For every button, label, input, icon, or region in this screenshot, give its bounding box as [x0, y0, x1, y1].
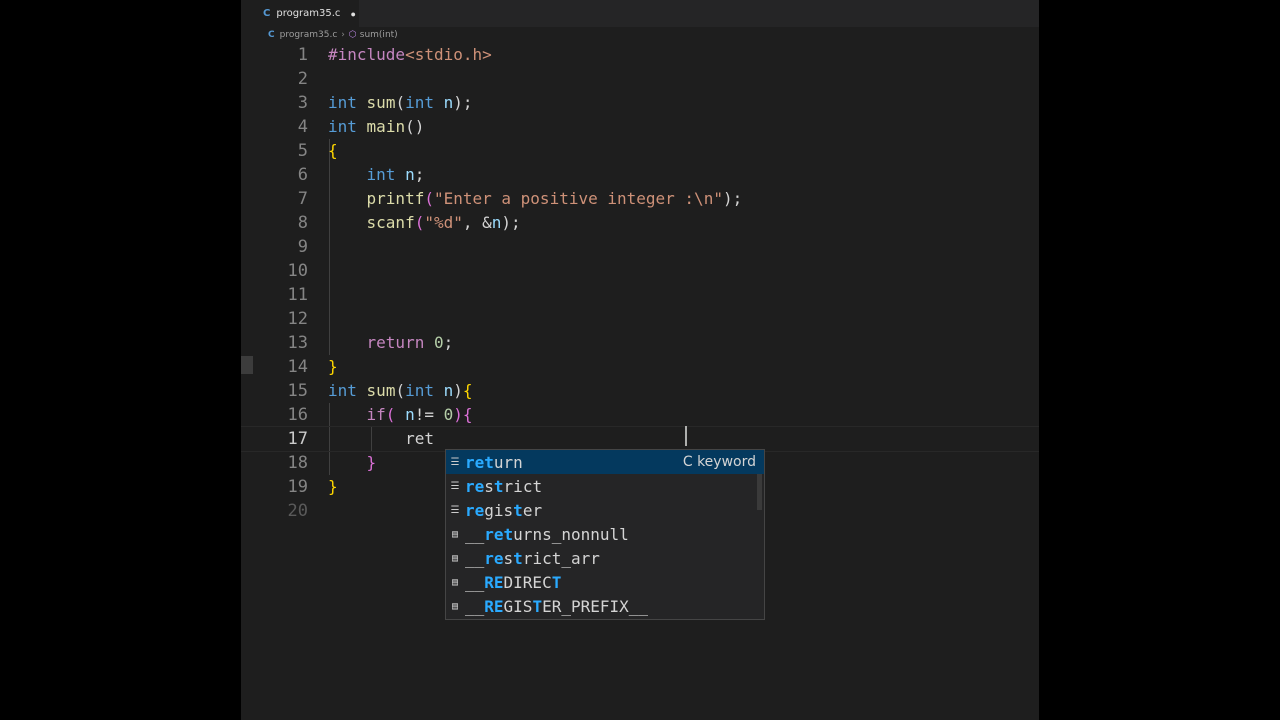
- suggestion-label: return: [465, 452, 523, 472]
- keyword-icon: ☰: [450, 456, 460, 468]
- tab-label: program35.c: [276, 8, 341, 19]
- suggestion-label: register: [465, 500, 543, 520]
- code-text: int main(): [328, 117, 425, 136]
- code-line: 7 printf("Enter a positive integer :\n")…: [241, 187, 1039, 211]
- code-line-current: 17 ret: [241, 426, 1039, 452]
- breadcrumb-symbol[interactable]: sum(int): [360, 30, 398, 40]
- code-text: int sum(int n);: [328, 93, 473, 112]
- c-file-icon: C: [263, 8, 271, 19]
- line-number: 4: [297, 117, 308, 137]
- snippet-icon: ▤: [451, 552, 459, 564]
- line-number: 10: [287, 261, 308, 281]
- tab-program35[interactable]: C program35.c ●: [241, 0, 359, 27]
- editor-window: C program35.c ● C program35.c › ⬡ sum(in…: [241, 0, 1039, 720]
- suggestion-label: __REDIRECT: [465, 572, 562, 592]
- line-number: 19: [287, 477, 308, 497]
- suggestion-item[interactable]: ▤ __REDIRECT: [446, 570, 764, 594]
- keyword-icon: ☰: [450, 504, 460, 516]
- line-number: 15: [287, 381, 308, 401]
- code-line: 13 return 0;: [241, 331, 1039, 355]
- code-line: 3 int sum(int n);: [241, 91, 1039, 115]
- c-file-icon: C: [268, 30, 275, 40]
- line-number: 17: [287, 429, 308, 449]
- function-icon: ⬡: [348, 30, 357, 40]
- code-line: 6 int n;: [241, 163, 1039, 187]
- line-number: 5: [297, 141, 308, 161]
- code-text: scanf("%d", &n);: [366, 213, 521, 232]
- suggestion-label: __restrict_arr: [465, 548, 600, 568]
- snippet-icon: ▤: [451, 528, 459, 540]
- suggestion-item[interactable]: ▤ __restrict_arr: [446, 546, 764, 570]
- code-text: int sum(int n){: [328, 381, 473, 400]
- breadcrumb-file[interactable]: program35.c: [280, 30, 338, 40]
- code-line: 4 int main(): [241, 115, 1039, 139]
- suggestion-item[interactable]: ▤ __returns_nonnull: [446, 522, 764, 546]
- code-text: printf("Enter a positive integer :\n");: [366, 189, 743, 208]
- code-line: 14 }: [241, 355, 1039, 379]
- code-text: }: [328, 357, 338, 376]
- suggestion-item[interactable]: ☰ register: [446, 498, 764, 522]
- line-number: 16: [287, 405, 308, 425]
- code-line: 12: [241, 307, 1039, 331]
- line-number: 18: [287, 453, 308, 473]
- code-line: 8 scanf("%d", &n);: [241, 211, 1039, 235]
- suggestion-label: __returns_nonnull: [465, 524, 629, 544]
- tab-bar: C program35.c ●: [241, 0, 1039, 27]
- code-line: 5 {: [241, 139, 1039, 163]
- code-line: 2: [241, 67, 1039, 91]
- code-text: }: [366, 453, 377, 472]
- line-number: 9: [297, 237, 308, 257]
- suggestion-item[interactable]: ☰ return C keyword: [446, 450, 764, 474]
- code-line: 15 int sum(int n){: [241, 379, 1039, 403]
- code-text: ret: [405, 429, 434, 448]
- code-text: if( n!= 0){: [366, 405, 473, 424]
- breadcrumb-separator: ›: [341, 30, 345, 40]
- code-text: {: [328, 141, 338, 160]
- text-cursor: [685, 426, 687, 446]
- keyword-icon: ☰: [450, 480, 460, 492]
- line-number: 20: [287, 501, 308, 521]
- code-line: 1 #include<stdio.h>: [241, 43, 1039, 67]
- line-number: 14: [287, 357, 308, 377]
- code-text: }: [328, 477, 338, 496]
- snippet-icon: ▤: [451, 576, 459, 588]
- unsaved-dot-icon[interactable]: ●: [350, 9, 355, 19]
- line-number: 7: [297, 189, 308, 209]
- suggestion-detail: C keyword: [682, 454, 756, 470]
- line-number: 12: [287, 309, 308, 329]
- code-text: return 0;: [366, 333, 454, 352]
- code-line: 11: [241, 283, 1039, 307]
- code-text: int n;: [366, 165, 425, 184]
- line-number: 11: [287, 285, 308, 305]
- breadcrumb: C program35.c › ⬡ sum(int): [268, 28, 398, 42]
- line-number: 1: [297, 45, 308, 65]
- line-number: 6: [297, 165, 308, 185]
- suggestion-item[interactable]: ▤ __REGISTER_PREFIX__: [446, 594, 764, 618]
- line-number: 8: [297, 213, 308, 233]
- code-line: 10: [241, 259, 1039, 283]
- code-line: 9: [241, 235, 1039, 259]
- line-number: 13: [287, 333, 308, 353]
- code-text: #include<stdio.h>: [328, 45, 492, 64]
- line-number: 3: [297, 93, 308, 113]
- snippet-icon: ▤: [451, 600, 459, 612]
- autocomplete-widget: ☰ return C keyword ☰ restrict ☰ register…: [445, 449, 765, 620]
- suggestion-label: restrict: [465, 476, 543, 496]
- suggestion-label: __REGISTER_PREFIX__: [465, 596, 649, 616]
- line-number: 2: [297, 69, 308, 89]
- suggestion-item[interactable]: ☰ restrict: [446, 474, 764, 498]
- code-line: 16 if( n!= 0){: [241, 403, 1039, 427]
